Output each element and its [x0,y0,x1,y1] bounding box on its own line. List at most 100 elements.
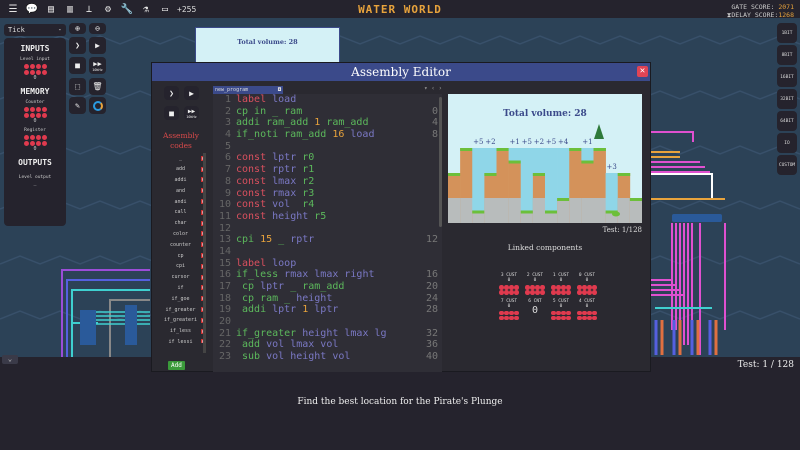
select-button[interactable]: ⬚ [69,78,86,95]
editor-step-button[interactable]: ❯ [164,86,179,100]
editor-fast-forward-button[interactable]: ▶▶ 10kHz [184,106,199,120]
code-token: add [236,339,267,351]
step-button[interactable]: ❯ [69,37,86,54]
code-line[interactable]: 12 [213,223,442,235]
code-line[interactable]: 8 const lmax r2 [213,176,442,188]
editor-play-button[interactable]: ▶ [184,86,199,100]
assembly-code-item[interactable]: colorx [154,229,208,240]
line-number: 11 [218,210,231,222]
linked-component[interactable]: 7 CUST 0 [497,299,521,320]
assembly-code-item[interactable]: if_greaterx [154,304,208,315]
code-line[interactable]: 5 [213,141,442,153]
grass-top [557,198,570,201]
assembly-code-item[interactable]: charx [154,218,208,229]
category-button-32bit[interactable]: 32BIT [777,89,797,109]
code-line[interactable]: 17 cp lptr _ ram_add 20 [213,281,442,293]
linked-component[interactable]: 0 CUST 0 [575,273,599,295]
category-button-io[interactable]: IO [777,133,797,153]
close-button[interactable]: ✕ [637,66,648,77]
play-button[interactable]: ▶ [89,37,106,54]
linked-component[interactable]: 4 CUST 0 [575,299,599,320]
code-line[interactable]: 18 cp ram _ height 24 [213,293,442,305]
line-text: cp lptr _ ram_add [236,281,420,293]
code-line[interactable]: 2 cp in _ ram 0 [213,106,442,118]
category-button-64bit[interactable]: 64BIT [777,111,797,131]
tab-close-icon[interactable]: ◘ [278,86,281,94]
line-text: const vol r4 [236,199,420,211]
stone-base [496,198,509,223]
fast-forward-button[interactable]: ▶▶ 10kHz [89,57,106,74]
color-button[interactable] [89,97,106,114]
category-button-1bit[interactable]: 1BIT [777,23,797,43]
code-line[interactable]: 7 const rptr r1 [213,164,442,176]
category-button-8bit[interactable]: 8BIT [777,45,797,65]
code-line[interactable]: 15 label loop [213,258,442,270]
code-line[interactable]: 13 cpi 15 _ rptr 12 [213,234,442,246]
zoom-in-button[interactable]: ⊕ [69,23,86,34]
linked-component[interactable]: 2 CUST 0 [523,273,547,295]
assembly-code-item[interactable]: if_goex [154,293,208,304]
code-line[interactable]: 20 [213,316,442,328]
linked-component[interactable]: 5 CUST 0 [549,299,573,320]
water-cell [508,148,522,161]
linked-component[interactable]: 1 CUST 0 [549,273,573,295]
line-address [420,246,442,258]
collapse-button[interactable]: ⌄ [2,355,18,364]
editor-stop-button[interactable]: ■ [164,106,179,120]
code-scrollbar[interactable] [439,97,442,227]
code-line[interactable]: 10 const vol r4 [213,199,442,211]
code-line[interactable]: 9 const rmax r3 [213,188,442,200]
linked-component[interactable]: 3 CUST 0 [497,273,521,295]
code-line[interactable]: 1 label load [213,94,442,106]
assembly-code-item[interactable]: cursorx [154,272,208,283]
assembly-code-item[interactable]: addx [154,164,208,175]
code-line[interactable]: 16 if_less rmax lmax right 16 [213,269,442,281]
line-text: const height r5 [236,211,420,223]
assembly-code-item[interactable]: ifx [154,283,208,294]
pencil-icon: ✎ [75,101,80,110]
assembly-code-item[interactable]: if_lessix [154,337,208,343]
assembly-code-item[interactable]: andx [154,185,208,196]
code-line[interactable]: 21 if_greater height lmax lg 32 [213,328,442,340]
water-label: +5 [522,138,532,146]
pencil-button[interactable]: ✎ [69,97,86,114]
tick-select[interactable]: Tick - [4,24,66,36]
category-button-custom[interactable]: CUSTOM [777,155,797,175]
code-line[interactable]: 14 [213,246,442,258]
code-line[interactable]: 22 add vol lmax vol 36 [213,339,442,351]
code-line[interactable]: 4 if_noti ram_add 16 load 8 [213,129,442,141]
water-label: +2 [534,138,544,146]
linked-component[interactable]: 6 CNT 0 [523,299,547,321]
tab-new-program[interactable]: new_program ◘ [213,86,283,94]
code-editor[interactable]: 1 label load 2 cp in _ ram 0 3 addi ram_add 1 … [213,94,442,372]
gate-score: GATE SCORE: 2071 [731,3,794,11]
assembly-code-item[interactable]: if_lessx [154,326,208,337]
assembly-code-item[interactable]: cpix [154,261,208,272]
code-line[interactable]: 11 const height r5 [213,211,442,223]
stop-button[interactable]: ■ [69,57,86,74]
code-line[interactable]: 23 sub vol height vol 40 [213,351,442,363]
code-line[interactable]: 19 addi lptr 1 lptr 28 [213,304,442,316]
stop-icon: ■ [169,108,174,118]
assembly-code-item[interactable]: if_greaterix [154,315,208,326]
category-button-16bit[interactable]: 16BIT [777,67,797,87]
add-code-button[interactable]: Add [168,361,185,370]
grass-top [520,210,534,214]
assembly-code-item[interactable]: addix [154,175,208,186]
code-line[interactable]: 6 const lptr r0 [213,152,442,164]
speed-label: 10kHz [186,114,197,119]
stone-base [448,198,461,223]
assembly-code-item[interactable]: callx [154,207,208,218]
game-title: Total volume: 28 [503,109,587,119]
assembly-code-item[interactable]: cpx [154,250,208,261]
assembly-code-item[interactable]: counterx [154,239,208,250]
assembly-code-item[interactable]: _x [154,153,208,164]
zoom-out-button[interactable]: ⊖ [89,23,106,34]
code-line[interactable]: 3 addi ram_add 1 ram_add 4 [213,117,442,129]
line-text: addi ram_add 1 ram_add [236,117,420,129]
code-token: right [338,269,375,281]
codes-scrollbar[interactable] [203,153,206,353]
assembly-code-item[interactable]: andix [154,196,208,207]
delete-button[interactable]: 🗑 [89,78,106,95]
tab-nav-arrows[interactable]: ▾ ‹ › [424,85,442,92]
